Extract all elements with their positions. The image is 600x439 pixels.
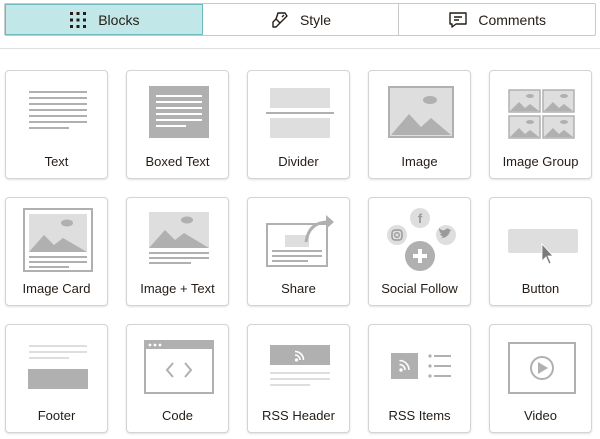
block-video[interactable]: Video	[489, 324, 592, 433]
svg-text:f: f	[418, 211, 423, 226]
block-boxed-text[interactable]: Boxed Text	[126, 70, 229, 179]
block-label: Button	[521, 281, 560, 296]
comment-icon	[449, 11, 468, 28]
image-group-icon	[508, 89, 575, 139]
image-card-icon	[23, 208, 93, 272]
block-label: Boxed Text	[145, 154, 210, 169]
block-text[interactable]: Text	[5, 70, 108, 179]
block-label: Share	[281, 281, 316, 296]
rss-header-icon	[270, 345, 330, 386]
block-label: Footer	[37, 408, 76, 423]
block-code[interactable]: Code	[126, 324, 229, 433]
section-divider	[0, 48, 600, 49]
text-block-icon	[29, 91, 87, 129]
video-icon	[508, 342, 576, 394]
footer-icon	[28, 345, 88, 389]
block-label: Divider	[278, 154, 319, 169]
block-image-group[interactable]: Image Group	[489, 70, 592, 179]
block-footer[interactable]: Footer	[5, 324, 108, 433]
tab-style-label: Style	[299, 11, 332, 28]
grid-dots-icon	[70, 11, 87, 28]
image-text-icon	[149, 212, 209, 264]
block-label: Image Card	[22, 281, 91, 296]
block-label: Image + Text	[140, 281, 215, 296]
image-icon	[388, 86, 454, 138]
block-social-follow[interactable]: f Social Follow	[368, 197, 471, 306]
block-label: RSS Items	[388, 408, 451, 423]
rss-items-icon	[391, 353, 451, 379]
share-icon	[266, 215, 334, 267]
block-divider[interactable]: Divider	[247, 70, 350, 179]
block-rss-items[interactable]: RSS Items	[368, 324, 471, 433]
button-icon	[508, 229, 578, 265]
block-label: Social Follow	[381, 281, 458, 296]
content-tabs: Blocks Style Comments	[4, 3, 596, 36]
tab-style[interactable]: Style	[203, 4, 400, 35]
block-label: Image	[401, 154, 438, 169]
tab-comments-label: Comments	[478, 11, 547, 28]
social-follow-icon: f	[387, 208, 456, 271]
tab-blocks[interactable]: Blocks	[5, 4, 203, 35]
block-label: Video	[523, 408, 557, 423]
block-label: Code	[161, 408, 194, 423]
paint-roller-icon	[272, 11, 288, 28]
boxed-text-icon	[149, 86, 209, 138]
tab-comments[interactable]: Comments	[399, 4, 595, 35]
code-icon	[144, 340, 214, 394]
block-label: RSS Header	[262, 408, 335, 423]
divider-icon	[266, 88, 334, 138]
block-image-text[interactable]: Image + Text	[126, 197, 229, 306]
block-label: Image Group	[502, 154, 579, 169]
block-rss-header[interactable]: RSS Header	[247, 324, 350, 433]
tab-blocks-label: Blocks	[98, 11, 140, 28]
block-button[interactable]: Button	[489, 197, 592, 306]
block-image-card[interactable]: Image Card	[5, 197, 108, 306]
block-label: Text	[44, 154, 69, 169]
block-share[interactable]: Share	[247, 197, 350, 306]
block-image[interactable]: Image	[368, 70, 471, 179]
